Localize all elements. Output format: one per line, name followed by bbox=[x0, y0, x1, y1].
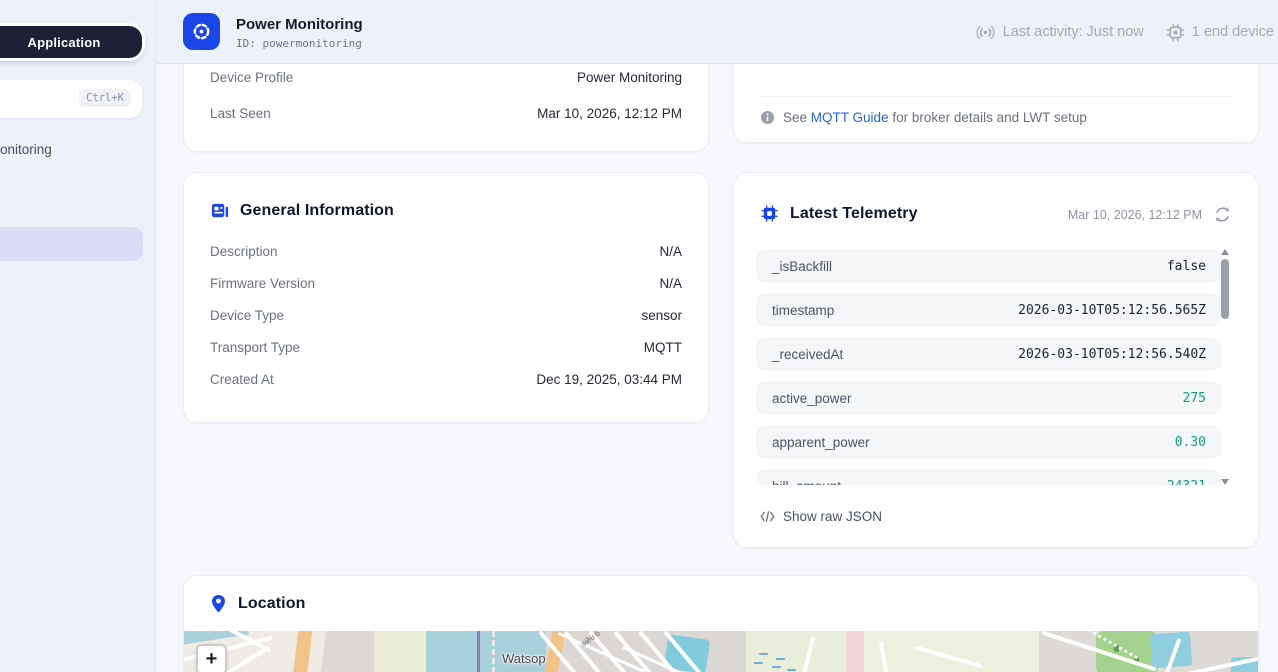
show-raw-json-button[interactable]: Show raw JSON bbox=[760, 509, 882, 524]
location-card: Location bbox=[183, 575, 1259, 672]
code-icon bbox=[760, 510, 775, 523]
row-label: Device Type bbox=[210, 308, 284, 323]
end-device-count: 1 end device bbox=[1166, 23, 1274, 42]
map-field bbox=[374, 631, 426, 672]
telemetry-value: false bbox=[1167, 259, 1206, 274]
card-title: Location bbox=[238, 595, 305, 613]
map-marsh-mark bbox=[759, 653, 768, 655]
row-value: sensor bbox=[641, 308, 682, 323]
telemetry-value: 2026-03-10T05:12:56.540Z bbox=[1018, 347, 1206, 362]
row-label: Last Seen bbox=[210, 106, 271, 121]
latest-telemetry-card: Latest Telemetry Mar 10, 2026, 12:12 PM … bbox=[733, 172, 1259, 548]
row-value: N/A bbox=[659, 276, 682, 291]
map-road-primary bbox=[289, 631, 314, 672]
scroll-up-arrow[interactable] bbox=[1221, 249, 1229, 255]
info-row: Transport Type MQTT bbox=[210, 340, 682, 355]
sidebar: Application Ctrl+K onitoring bbox=[0, 0, 156, 672]
telemetry-key: bill_amount bbox=[772, 479, 841, 486]
show-raw-json-label: Show raw JSON bbox=[783, 509, 882, 524]
sidebar-selected-item[interactable] bbox=[0, 227, 143, 261]
map-field bbox=[746, 631, 846, 672]
telemetry-row: _isBackfill false bbox=[756, 249, 1222, 283]
device-id: ID: powermonitoring bbox=[236, 37, 363, 50]
row-value: Mar 10, 2026, 12:12 PM bbox=[537, 106, 682, 121]
telemetry-key: timestamp bbox=[772, 303, 834, 318]
info-icon bbox=[760, 110, 775, 125]
row-label: Created At bbox=[210, 372, 274, 387]
map-town-label: Watsop bbox=[502, 651, 546, 666]
telemetry-key: active_power bbox=[772, 391, 852, 406]
note-text: See MQTT Guide for broker details and LW… bbox=[783, 110, 1087, 125]
telemetry-row: bill_amount 24321 bbox=[756, 469, 1222, 485]
document-icon bbox=[210, 201, 229, 220]
refresh-icon[interactable] bbox=[1213, 205, 1232, 224]
general-information-card: General Information Description N/A Firm… bbox=[183, 172, 709, 423]
overview-row: Last Seen Mar 10, 2026, 12:12 PM bbox=[210, 106, 682, 121]
scrollbar-thumb[interactable] bbox=[1221, 259, 1229, 319]
map-marsh-mark bbox=[776, 658, 785, 660]
divider bbox=[760, 96, 1232, 97]
telemetry-key: _receivedAt bbox=[772, 347, 843, 362]
card-title: Latest Telemetry bbox=[790, 205, 918, 223]
search-shortcut-badge: Ctrl+K bbox=[79, 89, 131, 107]
main-content: Device Profile Power Monitoring Last See… bbox=[157, 0, 1278, 672]
map-zoom-in-button[interactable]: + bbox=[196, 644, 227, 672]
overview-row: Device Profile Power Monitoring bbox=[210, 70, 682, 85]
telemetry-value: 2026-03-10T05:12:56.565Z bbox=[1018, 303, 1206, 318]
search-input[interactable]: Ctrl+K bbox=[0, 80, 142, 118]
mqtt-guide-link[interactable]: MQTT Guide bbox=[811, 110, 889, 125]
row-value: MQTT bbox=[644, 340, 682, 355]
telemetry-scrollbar[interactable] bbox=[1220, 249, 1230, 485]
signal-icon bbox=[975, 22, 996, 43]
page-title: Power Monitoring bbox=[236, 16, 363, 33]
device-avatar-icon bbox=[183, 13, 220, 50]
row-label: Device Profile bbox=[210, 70, 293, 85]
chip-icon bbox=[1166, 23, 1185, 42]
mqtt-note: See MQTT Guide for broker details and LW… bbox=[760, 110, 1087, 125]
row-value: Power Monitoring bbox=[577, 70, 682, 85]
cpu-icon bbox=[760, 204, 779, 223]
sidebar-item-monitoring[interactable]: onitoring bbox=[0, 142, 52, 157]
telemetry-list: _isBackfill false timestamp 2026-03-10T0… bbox=[756, 249, 1222, 485]
application-button[interactable]: Application bbox=[0, 26, 142, 58]
telemetry-row: apparent_power 0.30 bbox=[756, 425, 1222, 459]
map-pin-icon bbox=[210, 594, 227, 614]
telemetry-value: 0.30 bbox=[1175, 435, 1206, 450]
telemetry-key: apparent_power bbox=[772, 435, 870, 450]
scroll-down-arrow[interactable] bbox=[1221, 479, 1229, 485]
page-header: Power Monitoring ID: powermonitoring Las… bbox=[156, 0, 1278, 64]
telemetry-updated-at: Mar 10, 2026, 12:12 PM bbox=[1068, 208, 1202, 222]
row-label: Transport Type bbox=[210, 340, 300, 355]
map-pier-dashes bbox=[492, 631, 495, 672]
card-title: General Information bbox=[240, 202, 394, 220]
map-marsh-mark bbox=[772, 666, 781, 668]
row-label: Firmware Version bbox=[210, 276, 315, 291]
info-row: Description N/A bbox=[210, 244, 682, 259]
telemetry-row: active_power 275 bbox=[756, 381, 1222, 415]
telemetry-row: _receivedAt 2026-03-10T05:12:56.540Z bbox=[756, 337, 1222, 371]
end-device-label: 1 end device bbox=[1192, 24, 1274, 40]
row-value: Dec 19, 2025, 03:44 PM bbox=[536, 372, 682, 387]
map-field bbox=[864, 631, 1039, 672]
last-activity-label: Last activity: Just now bbox=[1003, 24, 1144, 40]
row-label: Description bbox=[210, 244, 278, 259]
map-residential-block bbox=[846, 631, 864, 672]
telemetry-key: _isBackfill bbox=[772, 259, 832, 274]
telemetry-row: timestamp 2026-03-10T05:12:56.565Z bbox=[756, 293, 1222, 327]
info-row: Created At Dec 19, 2025, 03:44 PM bbox=[210, 372, 682, 387]
row-value: N/A bbox=[659, 244, 682, 259]
info-row: Device Type sensor bbox=[210, 308, 682, 323]
last-activity-status: Last activity: Just now bbox=[975, 22, 1144, 43]
map-marsh-mark bbox=[787, 669, 796, 671]
map-marsh-mark bbox=[754, 662, 763, 664]
telemetry-value: 24321 bbox=[1167, 479, 1206, 486]
map-canvas[interactable]: Watsop siêu 6 + bbox=[184, 631, 1259, 672]
info-row: Firmware Version N/A bbox=[210, 276, 682, 291]
map-railway-line bbox=[477, 631, 480, 672]
telemetry-value: 275 bbox=[1183, 391, 1206, 406]
